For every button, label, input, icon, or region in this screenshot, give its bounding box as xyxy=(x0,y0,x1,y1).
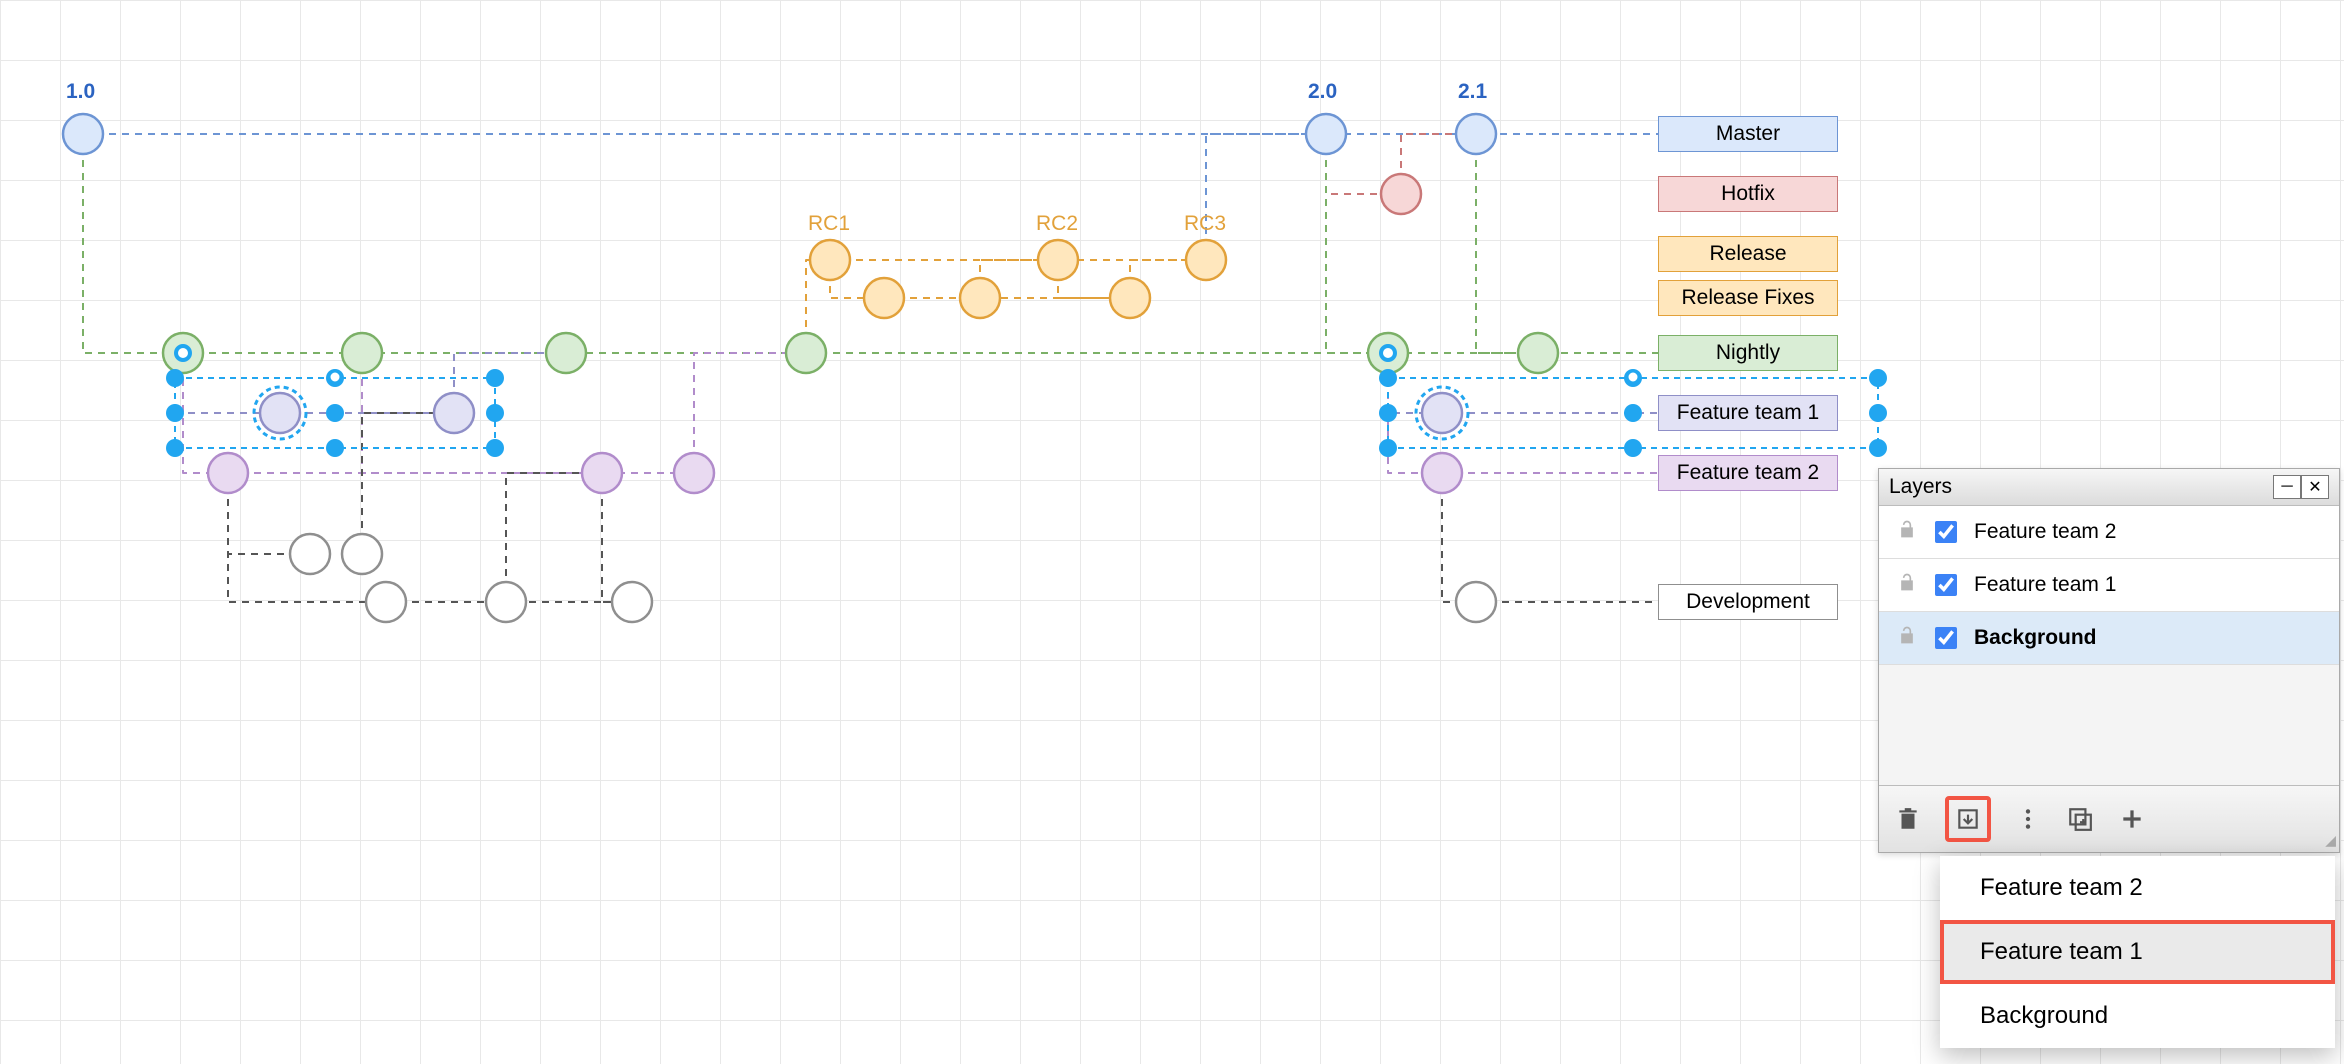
commit-node xyxy=(1456,582,1496,622)
commit-node xyxy=(290,534,330,574)
layer-row[interactable]: Feature team 2 xyxy=(1879,506,2339,559)
layers-panel-title-bar[interactable]: Layers ─ ✕ xyxy=(1879,469,2339,506)
commit-node xyxy=(810,240,850,280)
selection-handle[interactable] xyxy=(486,439,504,457)
unlock-icon[interactable] xyxy=(1897,625,1917,651)
commit-node xyxy=(864,278,904,318)
commit-node xyxy=(546,333,586,373)
commit-node xyxy=(486,582,526,622)
selection-handle[interactable] xyxy=(1624,404,1642,422)
minimize-icon[interactable]: ─ xyxy=(2273,475,2301,499)
layer-row[interactable]: Feature team 1 xyxy=(1879,559,2339,612)
move-to-layer-dropdown[interactable]: Feature team 2Feature team 1Background xyxy=(1940,856,2335,1048)
endpoint-handle[interactable] xyxy=(1381,346,1395,360)
dropdown-item[interactable]: Feature team 2 xyxy=(1940,856,2335,920)
branch-block-feature2[interactable]: Feature team 2 xyxy=(1658,455,1838,491)
duplicate-layer-button[interactable] xyxy=(2065,804,2095,834)
layer-visibility-checkbox[interactable] xyxy=(1935,627,1957,649)
commit-node xyxy=(1038,240,1078,280)
commit-node xyxy=(1306,114,1346,154)
commit-node xyxy=(1422,453,1462,493)
rc2-label: RC2 xyxy=(1036,212,1078,236)
commit-node xyxy=(434,393,474,433)
add-layer-button[interactable] xyxy=(2117,804,2147,834)
delete-layer-button[interactable] xyxy=(1893,804,1923,834)
layer-menu-button[interactable] xyxy=(2013,804,2043,834)
selection-handle[interactable] xyxy=(1869,439,1887,457)
selection-handle[interactable] xyxy=(1379,404,1397,422)
layer-name: Feature team 1 xyxy=(1974,573,2116,597)
rotate-handle[interactable] xyxy=(1627,371,1639,383)
tag-1.0: 1.0 xyxy=(66,80,95,104)
layers-panel-title: Layers xyxy=(1889,475,1952,499)
layer-row[interactable]: Background xyxy=(1879,612,2339,665)
layer-visibility-checkbox[interactable] xyxy=(1935,574,1957,596)
tag-2.1: 2.1 xyxy=(1458,80,1487,104)
commit-node xyxy=(366,582,406,622)
branch-block-hotfix[interactable]: Hotfix xyxy=(1658,176,1838,212)
commit-node xyxy=(1422,393,1462,433)
tag-2.0: 2.0 xyxy=(1308,80,1337,104)
selection-handle[interactable] xyxy=(166,439,184,457)
commit-node xyxy=(1518,333,1558,373)
layers-empty-area xyxy=(1879,665,2339,785)
commit-node xyxy=(1186,240,1226,280)
branch-block-development[interactable]: Development xyxy=(1658,584,1838,620)
selection-handle[interactable] xyxy=(1379,369,1397,387)
selection-handle[interactable] xyxy=(166,369,184,387)
selection-handle[interactable] xyxy=(326,404,344,422)
selection-handle[interactable] xyxy=(1869,369,1887,387)
rc1-label: RC1 xyxy=(808,212,850,236)
layers-panel[interactable]: Layers ─ ✕ Feature team 2 Feature team 1 B… xyxy=(1878,468,2340,853)
branch-block-nightly[interactable]: Nightly xyxy=(1658,335,1838,371)
selection-handle[interactable] xyxy=(166,404,184,422)
commit-node xyxy=(1456,114,1496,154)
rotate-handle[interactable] xyxy=(329,371,341,383)
commit-node xyxy=(260,393,300,433)
layer-visibility-checkbox[interactable] xyxy=(1935,521,1957,543)
unlock-icon[interactable] xyxy=(1897,519,1917,545)
selection-handle[interactable] xyxy=(486,369,504,387)
commit-node xyxy=(612,582,652,622)
resize-grip-icon[interactable]: ◢ xyxy=(2325,832,2336,849)
branch-block-release[interactable]: Release xyxy=(1658,236,1838,272)
commit-node xyxy=(1381,174,1421,214)
commit-node xyxy=(63,114,103,154)
commit-node xyxy=(674,453,714,493)
selection-handle[interactable] xyxy=(1624,439,1642,457)
commit-node xyxy=(1110,278,1150,318)
commit-node xyxy=(786,333,826,373)
layers-toolbar: ◢ xyxy=(1879,785,2339,852)
selection-handle[interactable] xyxy=(486,404,504,422)
endpoint-handle[interactable] xyxy=(176,346,190,360)
selection-handle[interactable] xyxy=(1379,439,1397,457)
commit-node xyxy=(960,278,1000,318)
branch-block-release_fixes[interactable]: Release Fixes xyxy=(1658,280,1838,316)
dropdown-item[interactable]: Background xyxy=(1940,984,2335,1048)
commit-node xyxy=(342,534,382,574)
commit-node xyxy=(208,453,248,493)
unlock-icon[interactable] xyxy=(1897,572,1917,598)
rc3-label: RC3 xyxy=(1184,212,1226,236)
move-to-layer-button[interactable] xyxy=(1945,796,1991,842)
selection-handle[interactable] xyxy=(326,439,344,457)
selection-handle[interactable] xyxy=(1869,404,1887,422)
commit-node xyxy=(582,453,622,493)
layer-name: Background xyxy=(1974,626,2097,650)
layer-name: Feature team 2 xyxy=(1974,520,2116,544)
branch-block-feature1[interactable]: Feature team 1 xyxy=(1658,395,1838,431)
branch-block-master[interactable]: Master xyxy=(1658,116,1838,152)
commit-node xyxy=(342,333,382,373)
close-icon[interactable]: ✕ xyxy=(2301,475,2329,499)
dropdown-item[interactable]: Feature team 1 xyxy=(1940,920,2335,984)
